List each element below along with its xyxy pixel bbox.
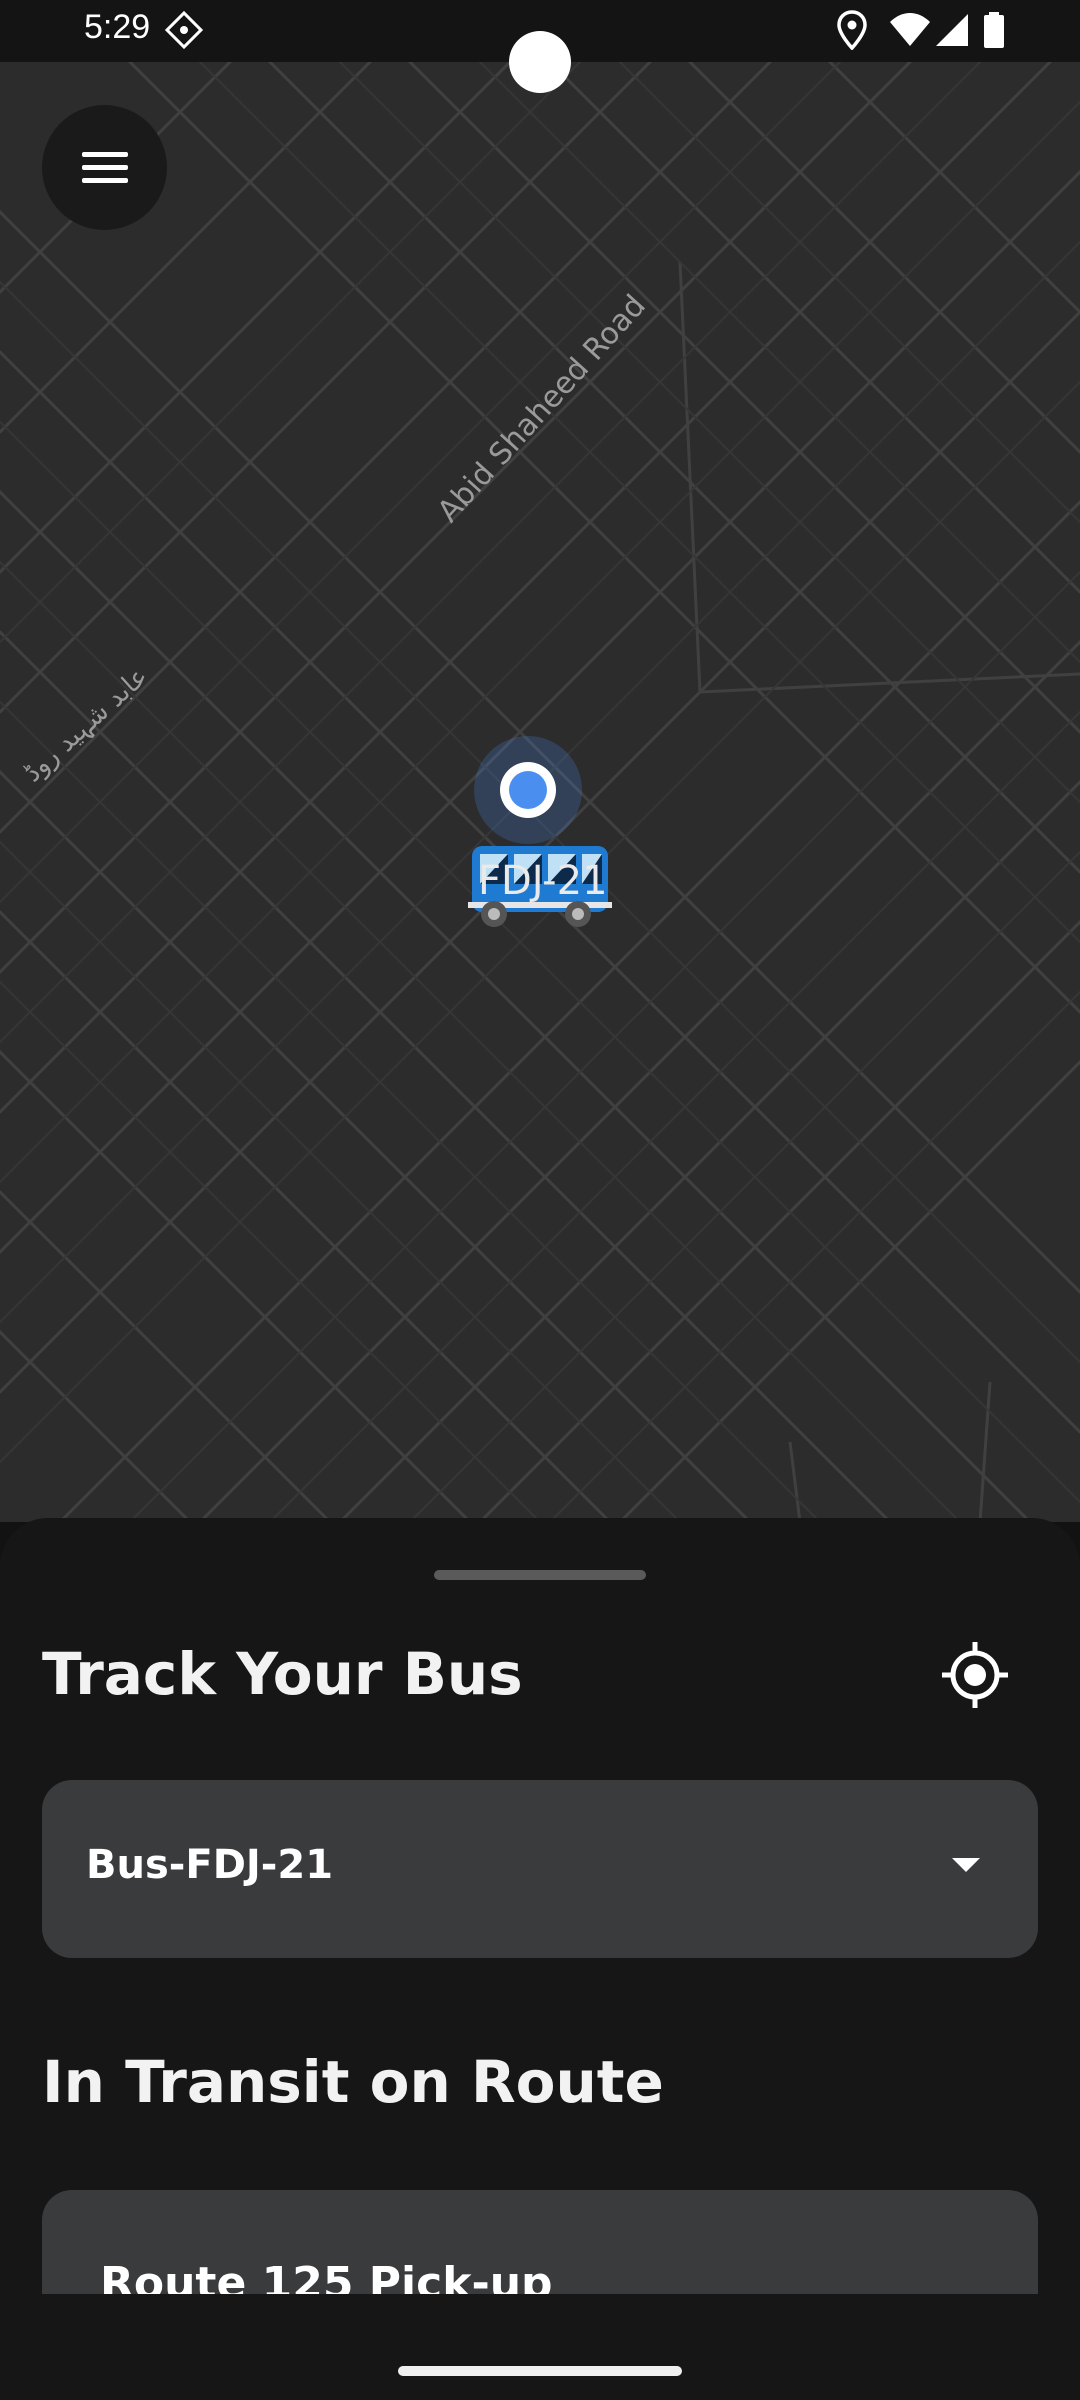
- current-location-dot: [509, 771, 547, 809]
- route-card[interactable]: Route 125 Pick-up: [42, 2190, 1038, 2294]
- bus-select-value: Bus-FDJ-21: [86, 1842, 334, 1888]
- battery-icon: [984, 12, 1004, 48]
- signal-icon: [936, 14, 968, 46]
- street-grid: [0, 62, 1080, 1522]
- bottom-sheet-drag-handle[interactable]: [434, 1570, 646, 1580]
- sheet-title: Track Your Bus: [42, 1640, 523, 1708]
- route-card-viewport: Route 125 Pick-up: [42, 2190, 1038, 2294]
- bus-select-dropdown[interactable]: Bus-FDJ-21: [42, 1780, 1038, 1958]
- camera-cutout: [509, 31, 571, 93]
- route-card-title: Route 125 Pick-up: [100, 2258, 553, 2294]
- hamburger-menu-icon: [81, 151, 128, 183]
- notification-app-icon: [164, 10, 204, 50]
- bus-marker-label: FDJ-21: [478, 858, 608, 904]
- location-icon: [837, 10, 867, 50]
- menu-button[interactable]: [42, 105, 167, 230]
- my-location-icon[interactable]: [940, 1640, 1010, 1710]
- status-time: 5:29: [84, 8, 151, 46]
- wifi-icon: [890, 13, 930, 46]
- section-title-in-transit: In Transit on Route: [42, 2048, 664, 2116]
- gesture-nav-bar[interactable]: [398, 2366, 682, 2376]
- dropdown-arrow-icon: [952, 1858, 980, 1872]
- map-view[interactable]: Abid Shaheed Road عابد شہید روڈ FDJ-21: [0, 62, 1080, 1522]
